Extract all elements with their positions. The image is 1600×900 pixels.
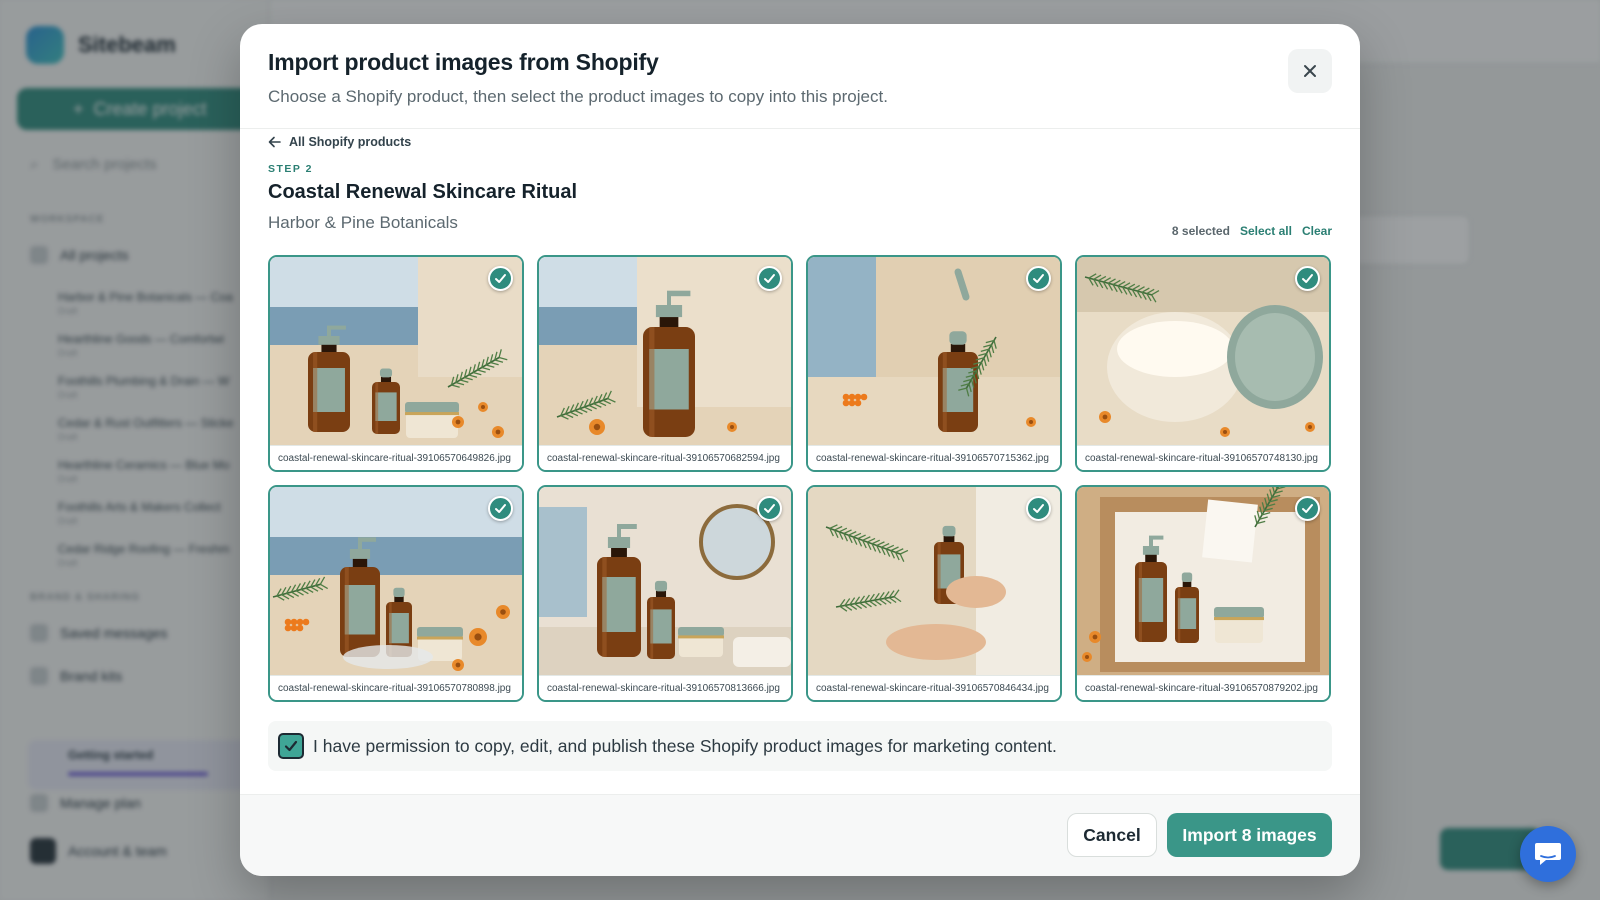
permission-checkbox[interactable] [278, 733, 304, 759]
selection-toolbar: 8 selected Select all Clear [1172, 224, 1332, 238]
image-card[interactable]: coastal-renewal-skincare-ritual-39106570… [268, 255, 524, 472]
selected-check-icon [1295, 496, 1320, 521]
selected-check-icon [1026, 496, 1051, 521]
product-image [1077, 487, 1329, 677]
image-card[interactable]: coastal-renewal-skincare-ritual-39106570… [1075, 255, 1331, 472]
image-filename: coastal-renewal-skincare-ritual-39106570… [270, 445, 522, 470]
selected-check-icon [1295, 266, 1320, 291]
selected-count: 8 selected [1171, 224, 1230, 238]
back-to-products-link[interactable]: All Shopify products [268, 135, 411, 149]
permission-text: I have permission to copy, edit, and pub… [313, 735, 1057, 756]
product-image [808, 487, 1060, 677]
import-images-dialog: Import product images from Shopify Choos… [240, 24, 1360, 876]
product-image [1077, 257, 1329, 447]
image-filename: coastal-renewal-skincare-ritual-39106570… [1077, 445, 1329, 470]
image-card[interactable]: coastal-renewal-skincare-ritual-39106570… [268, 485, 524, 702]
permission-checkbox-row[interactable]: I have permission to copy, edit, and pub… [268, 721, 1332, 771]
product-vendor: Harbor & Pine Botanicals [268, 213, 458, 232]
image-filename: coastal-renewal-skincare-ritual-39106570… [539, 675, 791, 700]
image-grid: coastal-renewal-skincare-ritual-39106570… [268, 255, 1332, 702]
image-filename: coastal-renewal-skincare-ritual-39106570… [808, 675, 1060, 700]
dialog-footer: Cancel Import 8 images [240, 794, 1360, 876]
arrow-left-icon [268, 136, 281, 148]
image-filename: coastal-renewal-skincare-ritual-39106570… [270, 675, 522, 700]
image-card[interactable]: coastal-renewal-skincare-ritual-39106570… [806, 485, 1062, 702]
product-image [270, 257, 522, 447]
dialog-subtitle: Choose a Shopify product, then select th… [268, 87, 888, 106]
import-images-button[interactable]: Import 8 images [1167, 813, 1332, 857]
product-image [270, 487, 522, 677]
chat-icon [1535, 843, 1561, 865]
dialog-header: Import product images from Shopify Choos… [240, 24, 1360, 129]
back-link-label: All Shopify products [289, 135, 412, 149]
product-title: Coastal Renewal Skincare Ritual [268, 181, 578, 203]
selected-check-icon [757, 266, 782, 291]
product-image [539, 487, 791, 677]
cancel-button[interactable]: Cancel [1067, 813, 1157, 857]
clear-selection-link[interactable]: Clear [1302, 224, 1332, 238]
step-label: STEP 2 [268, 163, 313, 175]
close-button[interactable] [1288, 49, 1332, 93]
close-icon [1304, 65, 1316, 77]
checkmark-icon [284, 740, 298, 752]
image-filename: coastal-renewal-skincare-ritual-39106570… [808, 445, 1060, 470]
selected-check-icon [488, 266, 513, 291]
image-card[interactable]: coastal-renewal-skincare-ritual-39106570… [1075, 485, 1331, 702]
image-card[interactable]: coastal-renewal-skincare-ritual-39106570… [537, 485, 793, 702]
selected-check-icon [757, 496, 782, 521]
select-all-link[interactable]: Select all [1240, 224, 1292, 238]
selected-check-icon [488, 496, 513, 521]
image-filename: coastal-renewal-skincare-ritual-39106570… [539, 445, 791, 470]
selected-check-icon [1026, 266, 1051, 291]
chat-support-button[interactable] [1520, 826, 1576, 882]
product-image [808, 257, 1060, 447]
product-image [539, 257, 791, 447]
image-filename: coastal-renewal-skincare-ritual-39106570… [1077, 675, 1329, 700]
dialog-title: Import product images from Shopify [268, 49, 659, 75]
image-card[interactable]: coastal-renewal-skincare-ritual-39106570… [806, 255, 1062, 472]
image-card[interactable]: coastal-renewal-skincare-ritual-39106570… [537, 255, 793, 472]
